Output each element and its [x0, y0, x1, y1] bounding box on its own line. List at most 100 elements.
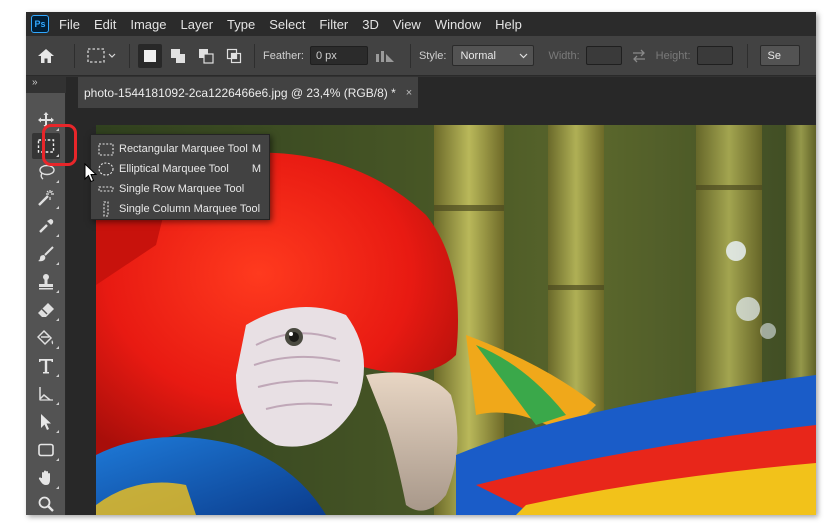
style-select-value: Normal — [460, 49, 496, 62]
new-selection-button[interactable] — [138, 43, 162, 68]
lasso-tool[interactable] — [32, 159, 60, 185]
paint-bucket-tool[interactable] — [32, 325, 60, 351]
intersect-selection-button[interactable] — [222, 44, 246, 68]
eraser-tool[interactable] — [32, 297, 60, 323]
close-icon[interactable]: × — [406, 87, 412, 99]
feather-label: Feather: — [263, 49, 304, 62]
mouse-cursor-icon — [84, 163, 98, 183]
pen-tool[interactable] — [32, 381, 60, 407]
swap-width-height-button[interactable] — [622, 49, 656, 63]
flyout-item-elliptical-marquee[interactable]: Elliptical Marquee Tool M — [91, 159, 269, 179]
menu-help[interactable]: Help — [495, 17, 522, 32]
tools-panel — [26, 93, 66, 515]
separator — [746, 43, 748, 68]
menu-edit[interactable]: Edit — [94, 17, 116, 32]
home-button[interactable] — [26, 48, 66, 64]
style-select[interactable]: Normal — [452, 45, 535, 66]
rectangle-tool[interactable] — [32, 437, 60, 463]
flyout-item-shortcut: M — [251, 163, 261, 175]
single-row-marquee-icon — [98, 186, 114, 192]
flyout-item-label: Rectangular Marquee Tool — [119, 143, 248, 155]
single-column-marquee-icon — [103, 201, 109, 217]
zoom-tool[interactable] — [32, 491, 60, 515]
document-tab-bar: photo-1544181092-2ca1226466e6.jpg @ 23,4… — [66, 77, 816, 108]
clone-stamp-icon — [39, 274, 53, 290]
menu-select[interactable]: Select — [269, 17, 305, 32]
type-tool[interactable] — [32, 353, 60, 379]
rectangular-marquee-icon — [98, 142, 114, 156]
flyout-item-single-column-marquee[interactable]: Single Column Marquee Tool — [91, 199, 269, 219]
flyout-item-label: Elliptical Marquee Tool — [119, 163, 229, 175]
flyout-item-rectangular-marquee[interactable]: Rectangular Marquee Tool M — [91, 139, 269, 159]
tool-preset-picker[interactable] — [83, 47, 121, 65]
photoshop-logo: Ps — [31, 15, 49, 33]
rectangular-marquee-icon — [37, 139, 55, 153]
separator — [409, 43, 411, 68]
swap-arrows-icon — [632, 49, 645, 62]
new-selection-icon — [144, 49, 156, 62]
magic-wand-tool[interactable] — [32, 185, 60, 211]
photoshop-window: Ps File Edit Image Layer Type Select Fil… — [26, 12, 816, 515]
document-tab-title: photo-1544181092-2ca1226466e6.jpg @ 23,4… — [84, 85, 396, 100]
home-icon — [38, 48, 54, 63]
feather-input[interactable]: 0 px — [309, 46, 368, 65]
menu-image[interactable]: Image — [130, 17, 166, 32]
rectangular-marquee-preset-icon — [87, 47, 116, 63]
magic-wand-icon — [38, 190, 54, 206]
intersect-selection-icon — [226, 48, 242, 63]
select-and-mask-button[interactable]: Se — [759, 45, 800, 66]
clone-stamp-tool[interactable] — [32, 269, 60, 295]
path-selection-icon — [39, 387, 53, 401]
flyout-item-shortcut: M — [251, 143, 261, 155]
options-bar: Feather: 0 px Style: Normal Width: Heigh… — [26, 36, 816, 76]
brush-tool[interactable] — [32, 241, 60, 267]
width-input[interactable] — [585, 46, 622, 65]
eyedropper-icon — [39, 219, 54, 233]
rectangle-icon — [38, 443, 54, 457]
menu-file[interactable]: File — [59, 17, 80, 32]
menu-view[interactable]: View — [393, 17, 421, 32]
chevron-down-icon — [520, 53, 528, 58]
direct-selection-icon — [41, 414, 51, 430]
menu-filter[interactable]: Filter — [319, 17, 348, 32]
zoom-icon — [38, 496, 54, 512]
document-tab[interactable]: photo-1544181092-2ca1226466e6.jpg @ 23,4… — [78, 77, 418, 108]
subtract-from-selection-button[interactable] — [194, 44, 218, 68]
menu-window[interactable]: Window — [435, 17, 481, 32]
style-label: Style: — [418, 49, 447, 62]
subtract-from-selection-icon — [199, 48, 214, 64]
elliptical-marquee-icon — [98, 162, 114, 176]
menu-layer[interactable]: Layer — [181, 17, 214, 32]
separator — [129, 43, 130, 68]
height-input[interactable] — [696, 46, 733, 65]
lasso-icon — [39, 164, 55, 180]
brush-icon — [38, 246, 54, 262]
move-tool[interactable] — [32, 107, 60, 133]
menu-bar: Ps File Edit Image Layer Type Select Fil… — [26, 12, 816, 36]
anti-alias-icon — [375, 50, 394, 62]
flyout-item-label: Single Row Marquee Tool — [119, 183, 245, 195]
marquee-tools-flyout: Rectangular Marquee Tool M Elliptical Ma… — [90, 134, 270, 220]
rectangular-marquee-tool[interactable] — [32, 133, 60, 159]
menu-3d[interactable]: 3D — [362, 17, 379, 32]
add-to-selection-icon — [171, 48, 185, 63]
separator — [74, 43, 75, 68]
menu-type[interactable]: Type — [227, 17, 255, 32]
eraser-icon — [38, 303, 54, 317]
move-icon — [38, 112, 54, 128]
paint-bucket-icon — [37, 329, 54, 346]
select-and-mask-label: Se — [767, 49, 781, 62]
flyout-item-single-row-marquee[interactable]: Single Row Marquee Tool — [91, 179, 269, 199]
type-icon — [39, 359, 53, 374]
flyout-item-label: Single Column Marquee Tool — [119, 203, 261, 215]
add-to-selection-button[interactable] — [166, 44, 190, 68]
anti-alias-toggle[interactable] — [368, 49, 402, 63]
eyedropper-tool[interactable] — [32, 213, 60, 239]
hand-icon — [38, 470, 50, 485]
height-label: Height: — [655, 49, 691, 62]
width-label: Width: — [548, 49, 580, 62]
direct-selection-tool[interactable] — [32, 409, 60, 435]
separator — [254, 43, 255, 68]
panel-collapse-toggle[interactable]: » — [26, 77, 66, 93]
hand-tool[interactable] — [32, 465, 60, 491]
